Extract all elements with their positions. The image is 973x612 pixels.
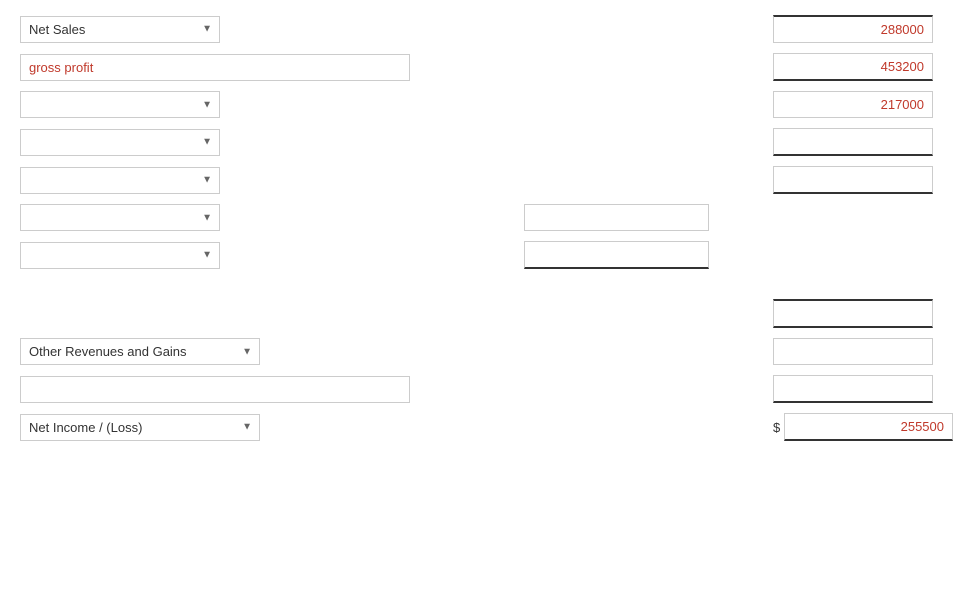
row6-mid xyxy=(460,204,773,231)
row4-select[interactable] xyxy=(20,129,220,156)
row8 xyxy=(20,299,953,328)
row4-right xyxy=(773,128,953,156)
row3: ▼ xyxy=(20,91,953,118)
net-income-select[interactable]: Net Income / (Loss) Net Income Net Loss xyxy=(20,414,260,441)
row9-right xyxy=(773,375,953,403)
row8-value[interactable] xyxy=(773,299,933,328)
other-revenues-value[interactable] xyxy=(773,338,933,365)
gross-profit-left xyxy=(20,54,460,81)
row7-select[interactable] xyxy=(20,242,220,269)
net-income-select-wrapper: Net Income / (Loss) Net Income Net Loss … xyxy=(20,414,260,441)
row3-select[interactable] xyxy=(20,91,220,118)
row7-mid-input[interactable] xyxy=(524,241,709,269)
row6-left: ▼ xyxy=(20,204,460,231)
net-income-row: Net Income / (Loss) Net Income Net Loss … xyxy=(20,413,953,441)
row7-select-wrapper: ▼ xyxy=(20,242,220,269)
row5-left: ▼ xyxy=(20,167,460,194)
net-sales-value[interactable] xyxy=(773,15,933,43)
net-income-value-container: $ xyxy=(773,413,953,441)
row7-left: ▼ xyxy=(20,242,460,269)
gross-profit-value[interactable] xyxy=(773,53,933,81)
net-sales-right xyxy=(773,15,953,43)
row5-right xyxy=(773,166,953,194)
row5-value[interactable] xyxy=(773,166,933,194)
net-income-value[interactable] xyxy=(784,413,953,441)
other-revenues-right xyxy=(773,338,953,365)
row9 xyxy=(20,375,953,403)
row4-value[interactable] xyxy=(773,128,933,156)
row8-right xyxy=(773,299,953,328)
page-container: Net Sales Revenue Other ▼ xyxy=(0,0,973,612)
net-income-right: $ xyxy=(773,413,953,441)
row9-value[interactable] xyxy=(773,375,933,403)
row5-select-wrapper: ▼ xyxy=(20,167,220,194)
gross-profit-input[interactable] xyxy=(20,54,410,81)
dollar-sign: $ xyxy=(773,420,780,435)
row3-select-wrapper: ▼ xyxy=(20,91,220,118)
net-sales-left: Net Sales Revenue Other ▼ xyxy=(20,16,460,43)
spacer1 xyxy=(20,279,953,299)
net-income-left: Net Income / (Loss) Net Income Net Loss … xyxy=(20,414,460,441)
net-sales-select-wrapper: Net Sales Revenue Other ▼ xyxy=(20,16,220,43)
row9-input[interactable] xyxy=(20,376,410,403)
net-sales-select[interactable]: Net Sales Revenue Other xyxy=(20,16,220,43)
row9-left xyxy=(20,376,460,403)
gross-profit-right xyxy=(773,53,953,81)
row4-select-wrapper: ▼ xyxy=(20,129,220,156)
other-revenues-left: Other Revenues and Gains Other Income ▼ xyxy=(20,338,460,365)
other-revenues-row: Other Revenues and Gains Other Income ▼ xyxy=(20,338,953,365)
row5-select[interactable] xyxy=(20,167,220,194)
row6: ▼ xyxy=(20,204,953,231)
row4-left: ▼ xyxy=(20,129,460,156)
gross-profit-row xyxy=(20,53,953,81)
row5: ▼ xyxy=(20,166,953,194)
row3-value[interactable] xyxy=(773,91,933,118)
row6-select[interactable] xyxy=(20,204,220,231)
row4: ▼ xyxy=(20,128,953,156)
row7: ▼ xyxy=(20,241,953,269)
row7-mid-container xyxy=(524,241,709,269)
row7-mid xyxy=(460,241,773,269)
row6-select-wrapper: ▼ xyxy=(20,204,220,231)
row3-left: ▼ xyxy=(20,91,460,118)
other-revenues-select-wrapper: Other Revenues and Gains Other Income ▼ xyxy=(20,338,260,365)
net-sales-row: Net Sales Revenue Other ▼ xyxy=(20,15,953,43)
row6-mid-input[interactable] xyxy=(524,204,709,231)
row3-right xyxy=(773,91,953,118)
other-revenues-select[interactable]: Other Revenues and Gains Other Income xyxy=(20,338,260,365)
